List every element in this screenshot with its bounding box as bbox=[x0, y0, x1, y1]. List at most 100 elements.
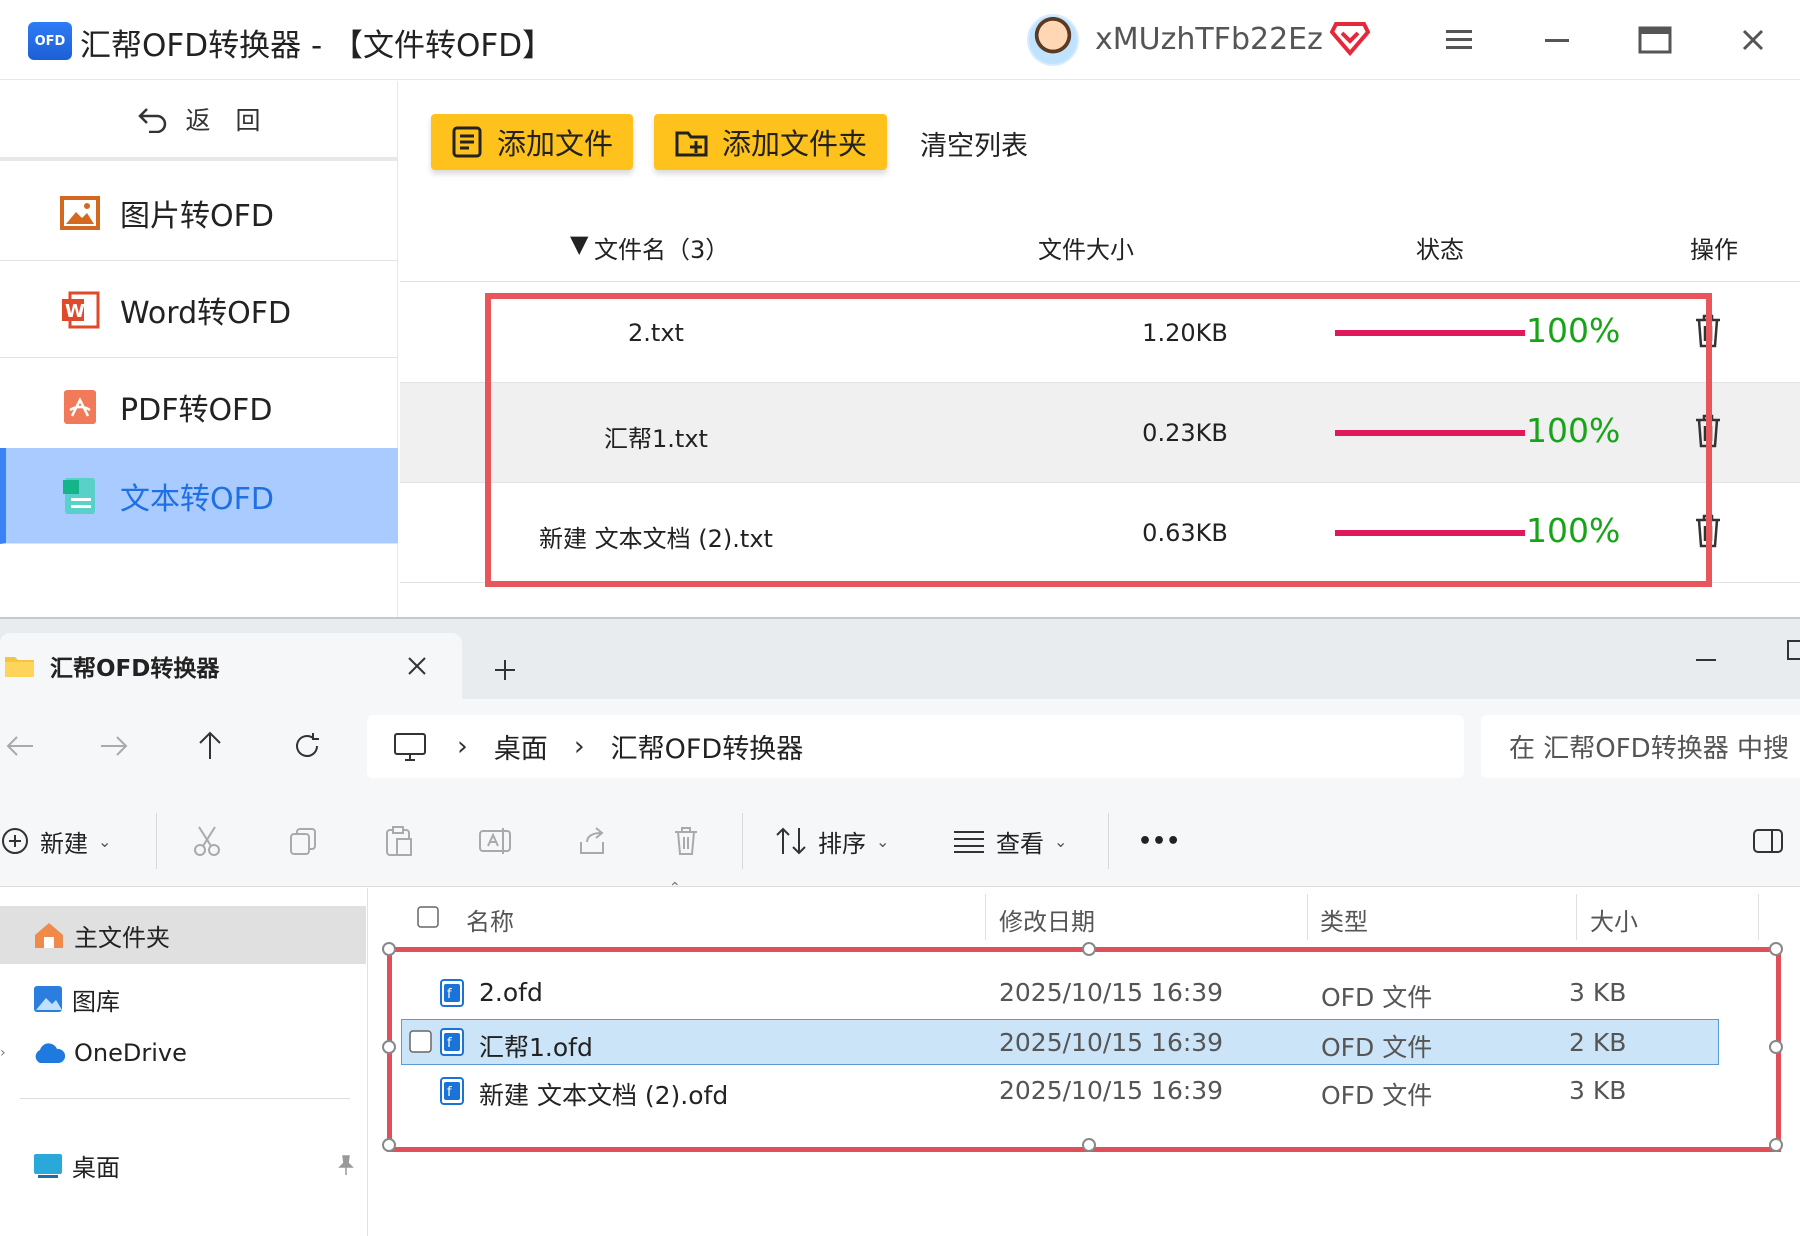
file-size: 0.23KB bbox=[1142, 419, 1228, 447]
home-icon bbox=[35, 923, 63, 948]
cut-icon[interactable] bbox=[192, 821, 222, 861]
vip-diamond-icon[interactable] bbox=[1330, 20, 1370, 56]
sidebar-item-word-to-ofd[interactable]: W Word转OFD bbox=[0, 262, 398, 358]
main-panel: 添加文件 添加文件夹 清空列表 ▼ 文件名（3） 文件大小 状态 操作 2.tx… bbox=[400, 81, 1800, 617]
file-table-header: ▼ 文件名（3） 文件大小 状态 操作 bbox=[400, 206, 1800, 282]
nav-label: 主文件夹 bbox=[74, 923, 170, 952]
list-item[interactable]: f 新建 文本文档 (2).ofd 2025/10/15 16:39 OFD 文… bbox=[401, 1068, 1719, 1114]
new-button[interactable]: 新建 ⌄ bbox=[0, 821, 111, 861]
column-type[interactable]: 类型 bbox=[1320, 902, 1368, 937]
table-row: 汇帮1.txt 0.23KB 100% bbox=[400, 383, 1800, 483]
pin-icon[interactable] bbox=[336, 1154, 356, 1176]
column-size[interactable]: 大小 bbox=[1590, 902, 1638, 937]
file-size: 3 KB bbox=[1569, 978, 1627, 1007]
view-button[interactable]: 查看 ⌄ bbox=[952, 821, 1067, 861]
view-label: 查看 bbox=[996, 829, 1044, 858]
tab-title: 汇帮OFD转换器 bbox=[50, 656, 220, 682]
close-icon[interactable] bbox=[1731, 18, 1775, 62]
column-date[interactable]: 修改日期 bbox=[999, 902, 1095, 937]
text-file-icon bbox=[60, 476, 100, 516]
sidebar-item-image-to-ofd[interactable]: 图片转OFD bbox=[0, 165, 398, 261]
minimize-icon[interactable] bbox=[1536, 18, 1580, 62]
refresh-icon[interactable] bbox=[287, 726, 327, 766]
row-checkbox[interactable] bbox=[409, 1030, 433, 1054]
back-button[interactable]: 返 回 bbox=[0, 81, 398, 161]
username[interactable]: xMUzhTFb22Ez bbox=[1095, 22, 1323, 57]
list-item[interactable]: f 汇帮1.ofd 2025/10/15 16:39 OFD 文件 2 KB bbox=[401, 1019, 1719, 1065]
column-headers: 名称 ⌃ 修改日期 类型 大小 bbox=[369, 880, 1800, 946]
explorer-maximize-icon[interactable] bbox=[1786, 639, 1800, 663]
window-title: 汇帮OFD转换器 - 【文件转OFD】 bbox=[80, 28, 554, 64]
search-input[interactable]: 在 汇帮OFD转换器 中搜 bbox=[1481, 715, 1800, 778]
back-arrow-icon bbox=[138, 108, 167, 133]
file-type: OFD 文件 bbox=[1321, 983, 1433, 1012]
file-size: 3 KB bbox=[1569, 1076, 1627, 1105]
file-name: 新建 文本文档 (2).ofd bbox=[479, 1081, 729, 1110]
file-name: 新建 文本文档 (2).txt bbox=[539, 525, 773, 553]
sidebar-item-pdf-to-ofd[interactable]: PDF转OFD bbox=[0, 359, 398, 455]
navigation-pane: 主文件夹 图库 › OneDrive 桌面 bbox=[0, 888, 368, 1236]
breadcrumb-desktop[interactable]: 桌面 bbox=[494, 727, 548, 766]
forward-arrow-icon[interactable] bbox=[94, 726, 134, 766]
file-date: 2025/10/15 16:39 bbox=[999, 1076, 1224, 1105]
sort-label: 排序 bbox=[818, 829, 866, 858]
details-pane-icon[interactable] bbox=[1752, 821, 1784, 861]
sidebar-item-label: PDF转OFD bbox=[120, 392, 273, 428]
table-row: 2.txt 1.20KB 100% bbox=[400, 283, 1800, 383]
title-bar: OFD 汇帮OFD转换器 - 【文件转OFD】 xMUzhTFb22Ez bbox=[0, 0, 1800, 80]
header-filename[interactable]: 文件名（3） bbox=[594, 230, 729, 265]
trash-icon[interactable] bbox=[1692, 313, 1724, 349]
nav-item-home[interactable]: 主文件夹 bbox=[0, 906, 366, 964]
progress-bar bbox=[1335, 430, 1525, 436]
back-arrow-icon[interactable] bbox=[0, 726, 40, 766]
progress-percent: 100% bbox=[1526, 511, 1621, 550]
chevron-down-icon: ⌄ bbox=[1054, 831, 1068, 851]
delete-icon[interactable] bbox=[672, 821, 700, 861]
sidebar-item-text-to-ofd[interactable]: 文本转OFD bbox=[0, 448, 398, 544]
ofd-file-icon: f bbox=[440, 1028, 464, 1056]
add-file-button[interactable]: 添加文件 bbox=[431, 114, 634, 170]
computer-icon bbox=[394, 732, 426, 761]
breadcrumb-folder[interactable]: 汇帮OFD转换器 bbox=[611, 727, 804, 766]
divider bbox=[1108, 813, 1109, 869]
sort-down-icon[interactable]: ▼ bbox=[570, 230, 588, 258]
sort-button[interactable]: 排序 ⌄ bbox=[774, 821, 889, 861]
nav-item-gallery[interactable]: 图库 bbox=[0, 970, 366, 1028]
add-file-label: 添加文件 bbox=[497, 127, 614, 161]
svg-text:f: f bbox=[447, 987, 452, 1002]
chevron-down-icon: ⌄ bbox=[876, 831, 890, 851]
explorer-minimize-icon[interactable] bbox=[1696, 647, 1720, 671]
tab-close-icon[interactable] bbox=[406, 655, 428, 677]
trash-icon[interactable] bbox=[1692, 413, 1724, 449]
avatar[interactable] bbox=[1027, 14, 1079, 66]
file-explorer-window: 汇帮OFD转换器 › 桌面 › 汇帮OFD转换器 在 汇帮OFD转换器 中搜 新… bbox=[0, 617, 1800, 1236]
add-folder-button[interactable]: 添加文件夹 bbox=[654, 114, 888, 170]
select-all-checkbox[interactable] bbox=[417, 906, 439, 928]
nav-item-onedrive[interactable]: › OneDrive bbox=[0, 1024, 366, 1082]
tab-explorer[interactable]: 汇帮OFD转换器 bbox=[0, 633, 462, 699]
chevron-right-icon: › bbox=[457, 731, 468, 762]
menu-icon[interactable] bbox=[1438, 18, 1482, 62]
new-tab-icon[interactable] bbox=[492, 657, 518, 683]
svg-text:f: f bbox=[447, 1085, 452, 1100]
paste-icon[interactable] bbox=[384, 821, 414, 861]
more-options-icon[interactable]: ••• bbox=[1138, 821, 1180, 861]
desktop-icon bbox=[34, 1154, 62, 1178]
copy-icon[interactable] bbox=[288, 821, 318, 861]
file-list-icon bbox=[452, 126, 482, 158]
address-bar[interactable]: › 桌面 › 汇帮OFD转换器 bbox=[367, 715, 1464, 778]
sort-up-icon: ⌃ bbox=[669, 880, 681, 896]
up-arrow-icon[interactable] bbox=[190, 726, 230, 766]
column-name[interactable]: 名称 bbox=[466, 902, 514, 937]
share-icon[interactable] bbox=[577, 821, 607, 861]
clear-list-button[interactable]: 清空列表 bbox=[920, 124, 1028, 163]
list-item[interactable]: f 2.ofd 2025/10/15 16:39 OFD 文件 3 KB bbox=[401, 970, 1719, 1016]
chevron-right-icon: › bbox=[0, 1045, 6, 1061]
nav-label: 图库 bbox=[72, 987, 120, 1016]
app-logo: OFD bbox=[28, 22, 72, 60]
table-row: 新建 文本文档 (2).txt 0.63KB 100% bbox=[400, 483, 1800, 583]
maximize-icon[interactable] bbox=[1633, 18, 1677, 62]
trash-icon[interactable] bbox=[1692, 513, 1724, 549]
rename-icon[interactable] bbox=[478, 821, 512, 861]
nav-item-desktop[interactable]: 桌面 bbox=[0, 1136, 366, 1194]
